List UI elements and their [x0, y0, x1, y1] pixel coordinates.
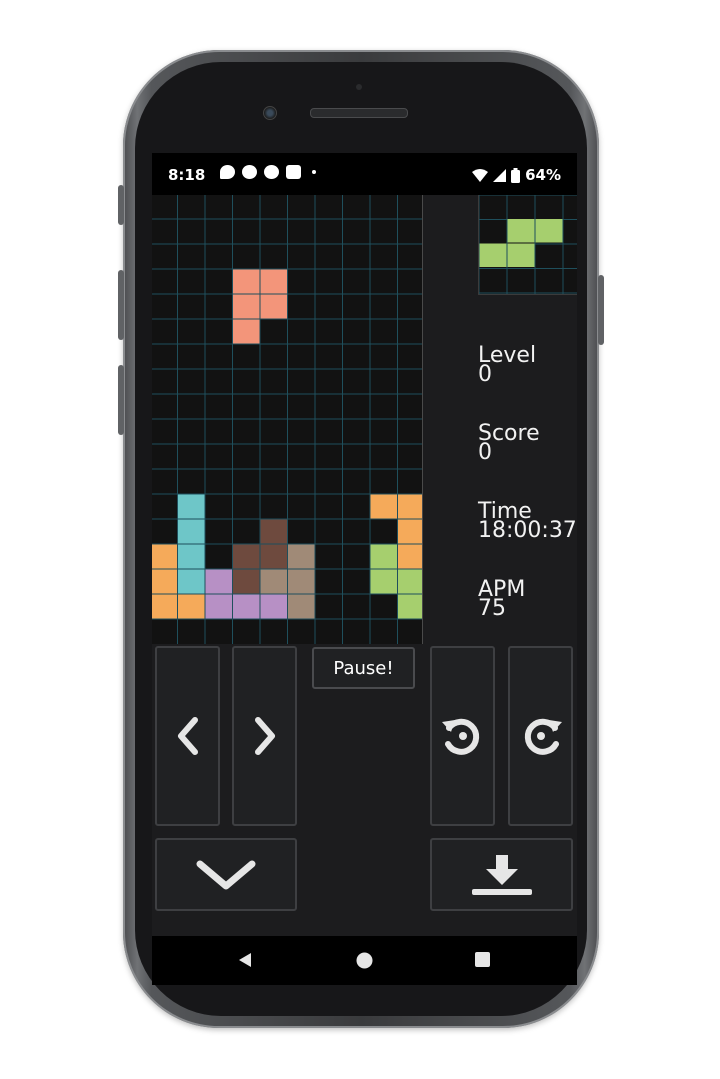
next-piece-block	[479, 243, 507, 267]
locked-block	[178, 569, 205, 594]
locked-block	[152, 569, 177, 594]
time-stat: Time 18:00:37	[478, 501, 577, 543]
falling-piece-block	[233, 319, 260, 344]
locked-block	[233, 544, 260, 569]
game-board[interactable]	[152, 195, 423, 644]
rotate-left-button[interactable]	[430, 646, 495, 826]
apm-stat: APM 75	[478, 579, 525, 620]
phone-side-button-top	[118, 185, 124, 225]
move-right-button[interactable]	[232, 646, 297, 826]
battery-icon	[511, 167, 521, 183]
locked-block	[370, 569, 397, 594]
messenger-box-icon	[286, 165, 301, 179]
status-bar: 8:18 64%	[152, 153, 577, 195]
battery-percent: 64%	[525, 166, 561, 184]
hard-drop-button[interactable]	[430, 838, 573, 911]
pause-button[interactable]: Pause!	[312, 647, 415, 689]
locked-block	[260, 544, 287, 569]
next-piece-preview	[478, 195, 577, 295]
locked-block	[288, 569, 315, 594]
locked-block	[178, 594, 205, 619]
messenger-icon	[242, 165, 257, 179]
status-time: 8:18	[168, 166, 206, 184]
locked-block	[370, 544, 397, 569]
falling-piece-block	[260, 269, 287, 294]
phone-screen: 8:18 64% Level 0 Score 0 Time 18:00:37 A…	[152, 153, 577, 985]
front-camera	[263, 106, 277, 120]
locked-block	[288, 544, 315, 569]
score-stat: Score 0	[478, 423, 540, 464]
locked-block	[152, 544, 177, 569]
rotate-right-button[interactable]	[508, 646, 573, 826]
recents-square-icon[interactable]	[475, 952, 490, 967]
phone-side-button-volume-down	[118, 365, 124, 435]
next-piece-block	[507, 243, 535, 267]
locked-block	[398, 519, 422, 544]
locked-block	[260, 569, 287, 594]
locked-block	[398, 594, 422, 619]
chevron-right-icon	[254, 717, 275, 755]
navigation-bar	[152, 936, 577, 985]
locked-block	[260, 594, 287, 619]
locked-block	[398, 569, 422, 594]
falling-piece-block	[233, 294, 260, 319]
next-piece-block	[535, 219, 563, 243]
locked-block	[233, 594, 260, 619]
locked-block	[398, 544, 422, 569]
signal-icon	[493, 168, 507, 182]
locked-block	[260, 519, 287, 544]
locked-block	[205, 594, 232, 619]
back-triangle-icon[interactable]	[237, 952, 253, 968]
locked-block	[178, 544, 205, 569]
next-piece-block	[507, 219, 535, 243]
rotate-clockwise-icon	[524, 718, 562, 755]
home-circle-icon[interactable]	[356, 952, 373, 969]
locked-block	[288, 594, 315, 619]
time-value: 18:00:37	[478, 518, 577, 543]
locked-block	[233, 569, 260, 594]
falling-piece-block	[260, 294, 287, 319]
chevron-down-icon	[196, 860, 256, 889]
soft-drop-button[interactable]	[155, 838, 297, 911]
phone-side-button-volume-up	[118, 270, 124, 340]
status-right: 64%	[472, 166, 561, 184]
board-grid	[152, 195, 422, 644]
locked-block	[398, 494, 422, 519]
earpiece-speaker	[310, 108, 408, 118]
next-piece-grid	[479, 195, 577, 294]
messenger-icon	[264, 165, 279, 179]
locked-block	[152, 594, 177, 619]
proximity-sensor	[356, 84, 362, 90]
move-left-button[interactable]	[155, 646, 220, 826]
wifi-icon	[472, 168, 489, 182]
locked-block	[178, 519, 205, 544]
locked-block	[178, 494, 205, 519]
chevron-left-icon	[177, 717, 198, 755]
locked-block	[205, 569, 232, 594]
hard-drop-icon	[471, 854, 532, 895]
notification-icons	[220, 165, 316, 179]
rotate-counterclockwise-icon	[441, 718, 479, 755]
level-stat: Level 0	[478, 345, 536, 386]
chat-bubble-icon	[220, 165, 235, 179]
falling-piece-block	[233, 269, 260, 294]
phone-power-button	[598, 275, 604, 345]
locked-block	[370, 494, 397, 519]
dot-icon	[312, 170, 316, 174]
